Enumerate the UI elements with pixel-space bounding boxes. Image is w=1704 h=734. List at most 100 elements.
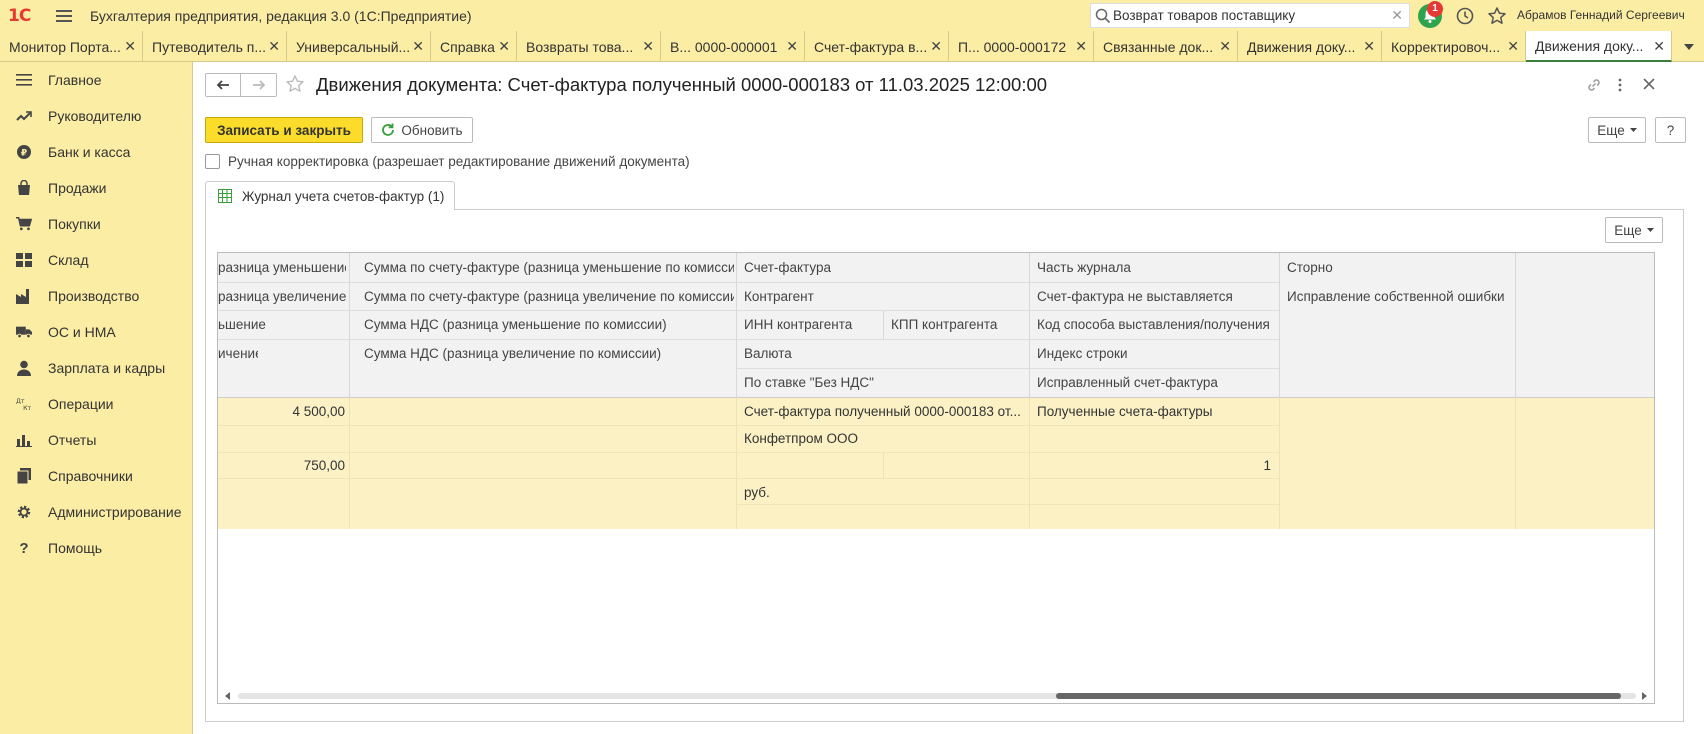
scroll-thumb[interactable] <box>1056 693 1621 699</box>
more-button[interactable]: Еще <box>1588 117 1646 143</box>
table-more-button[interactable]: Еще <box>1605 217 1663 243</box>
column-header[interactable]: разница увеличение) <box>218 289 346 304</box>
sidebar-item-bank[interactable]: ₽ Банк и касса <box>0 134 192 170</box>
document-window: Движения документа: Счет-фактура получен… <box>193 62 1704 734</box>
search-input[interactable] <box>1113 8 1393 23</box>
sidebar-item-administration[interactable]: Администрирование <box>0 494 192 530</box>
window-tab-1[interactable]: Монитор Порта... ✕ <box>0 31 143 62</box>
column-header[interactable]: Валюта <box>744 346 1024 361</box>
tab-invoice-journal[interactable]: Журнал учета счетов-фактур (1) <box>205 181 455 210</box>
table-cell[interactable]: 750,00 <box>218 458 345 473</box>
scroll-left-icon[interactable] <box>225 692 230 700</box>
table-cell[interactable]: Конфетпром ООО <box>744 431 1026 446</box>
link-icon[interactable] <box>1585 76 1603 97</box>
sidebar-item-main[interactable]: Главное <box>0 62 192 98</box>
column-header[interactable]: Сумма по счету-фактуре (разница уменьшен… <box>364 260 734 275</box>
close-window-icon[interactable] <box>1641 76 1657 95</box>
table-row[interactable]: 4 500,00 750,00 Счет-фактура полученный … <box>218 398 1654 529</box>
main-menu-icon[interactable] <box>56 9 74 23</box>
scroll-right-icon[interactable] <box>1642 692 1647 700</box>
window-tab-7[interactable]: Счет-фактура в... ✕ <box>805 31 949 62</box>
close-icon[interactable]: ✕ <box>412 38 424 55</box>
manual-correction-label[interactable]: Ручная корректировка (разрешает редактир… <box>228 154 690 169</box>
sidebar-item-reports[interactable]: Отчеты <box>0 422 192 458</box>
sidebar-item-sales[interactable]: Продажи <box>0 170 192 206</box>
table-cell[interactable]: Полученные счета-фактуры <box>1037 404 1277 419</box>
close-icon[interactable]: ✕ <box>124 38 136 55</box>
sidebar-item-purchases[interactable]: Покупки <box>0 206 192 242</box>
favorites-star-icon[interactable] <box>1487 6 1507 26</box>
sidebar-item-help[interactable]: ? Помощь <box>0 530 192 566</box>
table-header: разница уменьшение) разница увеличение) … <box>218 253 1654 398</box>
manual-correction-checkbox[interactable] <box>205 154 220 169</box>
table-cell[interactable]: 4 500,00 <box>218 404 345 419</box>
sidebar-item-production[interactable]: Производство <box>0 278 192 314</box>
column-header[interactable]: Сумма НДС (разница увеличение по комисси… <box>364 346 734 361</box>
current-user[interactable]: Абрамов Геннадий Сергеевич <box>1517 8 1685 22</box>
global-search[interactable]: ✕ <box>1090 3 1410 28</box>
column-header[interactable]: Сумма по счету-фактуре (разница увеличен… <box>364 289 734 304</box>
window-tab-5[interactable]: Возвраты това... ✕ <box>517 31 661 62</box>
sidebar-item-fixed-assets[interactable]: ОС и НМА <box>0 314 192 350</box>
window-tab-11[interactable]: Корректировоч... ✕ <box>1382 31 1526 62</box>
sidebar-item-catalogs[interactable]: Справочники <box>0 458 192 494</box>
column-header[interactable]: Счет-фактура <box>744 260 1024 275</box>
window-tab-9[interactable]: Связанные док... ✕ <box>1094 31 1238 62</box>
close-icon[interactable]: ✕ <box>1507 38 1519 55</box>
clear-search-icon[interactable]: ✕ <box>1391 7 1403 24</box>
window-tab-12-active[interactable]: Движения доку... ✕ <box>1526 31 1672 62</box>
table-cell[interactable]: 1 <box>1037 458 1271 473</box>
sidebar-item-salary[interactable]: Зарплата и кадры <box>0 350 192 386</box>
close-icon[interactable]: ✕ <box>786 38 798 55</box>
help-button[interactable]: ? <box>1655 117 1686 143</box>
column-header[interactable]: Счет-фактура не выставляется <box>1037 289 1277 304</box>
back-arrow-icon[interactable] <box>206 74 242 96</box>
column-header[interactable]: ьшение) <box>218 317 266 332</box>
more-actions-icon[interactable] <box>1617 76 1623 97</box>
column-header[interactable]: По ставке "Без НДС" <box>744 375 1024 390</box>
favorite-star-icon[interactable] <box>285 74 305 97</box>
column-header[interactable]: Сумма НДС (разница уменьшение по комисси… <box>364 317 734 332</box>
column-header[interactable]: Часть журнала <box>1037 260 1277 275</box>
history-icon[interactable] <box>1455 6 1475 26</box>
window-tab-3[interactable]: Универсальный... ✕ <box>287 31 431 62</box>
table-cell[interactable]: Счет-фактура полученный 0000-000183 от..… <box>744 404 1026 419</box>
column-header[interactable]: ИНН контрагента <box>744 317 879 332</box>
refresh-button[interactable]: Обновить <box>371 117 473 143</box>
sidebar-item-warehouse[interactable]: Склад <box>0 242 192 278</box>
column-header[interactable]: Исправленный счет-фактура <box>1037 375 1277 390</box>
window-tab-2[interactable]: Путеводитель п... ✕ <box>143 31 287 62</box>
window-tab-4[interactable]: Справка ✕ <box>431 31 517 62</box>
open-windows-bar: Монитор Порта... ✕ Путеводитель п... ✕ Уни… <box>0 31 1704 62</box>
sidebar-item-manager[interactable]: Руководителю <box>0 98 192 134</box>
app-logo[interactable]: 1С <box>8 6 42 26</box>
window-tab-6[interactable]: В... 0000-000001 ✕ <box>661 31 805 62</box>
close-icon[interactable]: ✕ <box>1075 38 1087 55</box>
column-header[interactable]: ичение) <box>218 346 258 361</box>
column-header[interactable]: Исправление собственной ошибки <box>1287 289 1513 304</box>
more-label: Еще <box>1597 122 1625 138</box>
close-icon[interactable]: ✕ <box>1363 38 1375 55</box>
window-tab-8[interactable]: П... 0000-000172 ✕ <box>949 31 1094 62</box>
forward-arrow-icon[interactable] <box>241 74 276 96</box>
close-icon[interactable]: ✕ <box>930 38 942 55</box>
close-icon[interactable]: ✕ <box>498 38 510 55</box>
table-cell[interactable]: руб. <box>744 485 1026 500</box>
tab-label: Универсальный... <box>296 38 411 55</box>
save-and-close-button[interactable]: Записать и закрыть <box>205 117 363 143</box>
close-icon[interactable]: ✕ <box>642 38 654 55</box>
close-icon[interactable]: ✕ <box>1653 38 1665 55</box>
tabs-overflow-chevron-icon[interactable] <box>1673 31 1704 62</box>
column-header[interactable]: разница уменьшение) <box>218 260 346 275</box>
sidebar-item-operations[interactable]: Дт Кт Операции <box>0 386 192 422</box>
window-tab-10[interactable]: Движения доку... ✕ <box>1238 31 1382 62</box>
close-icon[interactable]: ✕ <box>268 38 280 55</box>
column-header[interactable]: Сторно <box>1287 260 1513 275</box>
column-header[interactable]: Контрагент <box>744 289 1024 304</box>
warehouse-icon <box>16 252 32 268</box>
column-header[interactable]: Индекс строки <box>1037 346 1277 361</box>
close-icon[interactable]: ✕ <box>1219 38 1231 55</box>
horizontal-scrollbar[interactable] <box>218 685 1654 703</box>
column-header[interactable]: Код способа выставления/получения <box>1037 317 1277 332</box>
column-header[interactable]: КПП контрагента <box>891 317 1026 332</box>
